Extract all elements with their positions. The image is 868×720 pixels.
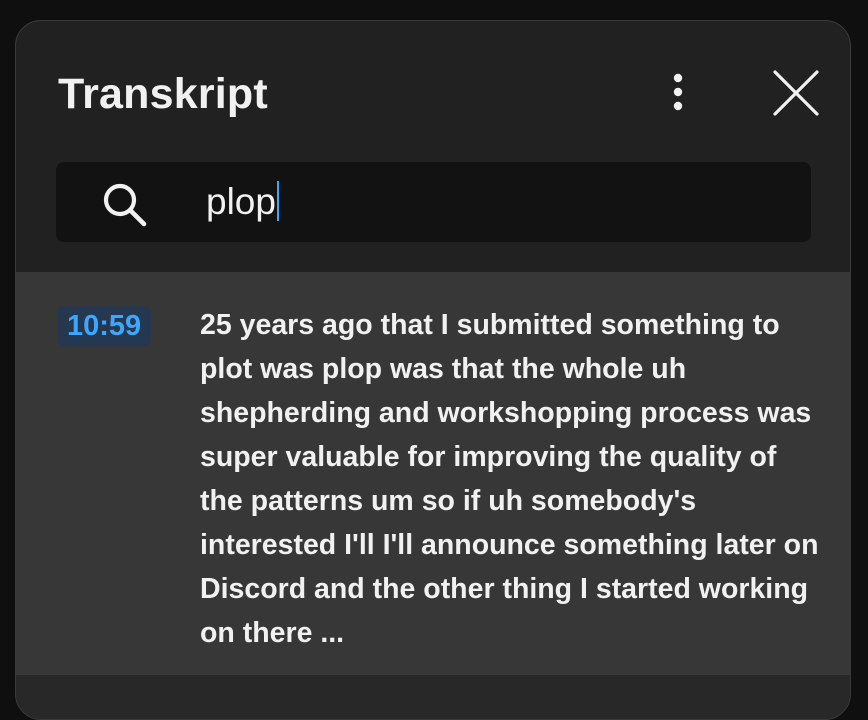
segment-text: 25 years ago that I submitted something … [200, 309, 819, 649]
close-button[interactable] [766, 65, 826, 121]
next-segment[interactable] [16, 675, 850, 719]
search-input[interactable]: plop [206, 176, 279, 228]
panel-header: Transkript [16, 21, 850, 161]
segment-timestamp[interactable]: 10:59 [57, 306, 152, 346]
search-icon [103, 183, 147, 227]
more-options-button[interactable] [656, 67, 700, 117]
search-input-value: plop [206, 181, 276, 222]
panel-title: Transkript [58, 70, 268, 118]
more-vertical-icon [673, 73, 683, 111]
transcript-segment[interactable]: 10:59 25 years ago that I submitted some… [16, 272, 850, 675]
close-icon [773, 70, 819, 116]
transcript-panel: Transkript plop 10:59 25 years ago that … [15, 20, 851, 720]
text-caret [276, 181, 279, 222]
transcript-search-box[interactable]: plop [56, 162, 811, 242]
